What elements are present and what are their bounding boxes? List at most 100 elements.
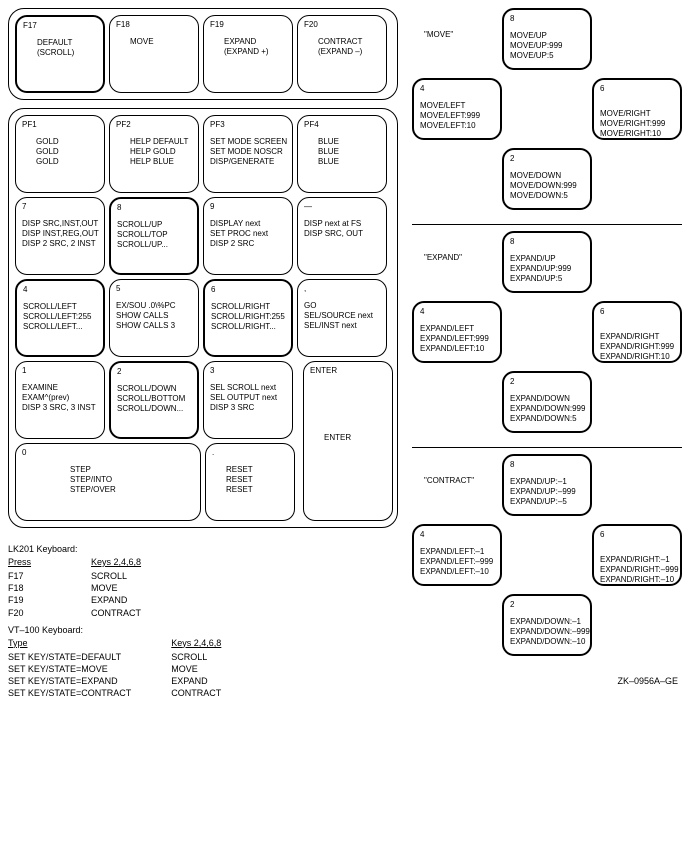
key-lines: EXPAND (EXPAND +): [210, 37, 286, 57]
key-num: 1: [22, 366, 98, 375]
key-lines: GOLD GOLD GOLD: [22, 137, 98, 167]
key-f20: F20 CONTRACT (EXPAND –): [297, 15, 387, 93]
key-left: 4 MOVE/LEFT MOVE/LEFT:999 MOVE/LEFT:10: [412, 78, 502, 140]
key-num: 4: [420, 530, 494, 539]
key-lines: EXPAND/DOWN:–1 EXPAND/DOWN:–999 EXPAND/D…: [510, 617, 584, 647]
cross-move: "MOVE" 8 MOVE/UP MOVE/UP:999 MOVE/UP:5 4…: [412, 8, 682, 216]
key-lines: SEL SCROLL next SEL OUTPUT next DISP 3 S…: [210, 383, 286, 413]
key-7: 7 DISP SRC,INST,OUT DISP INST,REG,OUT DI…: [15, 197, 105, 275]
enter-spacer: [299, 443, 389, 521]
key-num: 8: [510, 14, 584, 23]
key-lines: DISP next at FS DISP SRC, OUT: [304, 219, 380, 239]
col-header: Type: [8, 637, 131, 649]
key-num: F20: [304, 20, 380, 29]
key-5: 5 EX/SOU .0\%PC SHOW CALLS SHOW CALLS 3: [109, 279, 199, 357]
right-column: "MOVE" 8 MOVE/UP MOVE/UP:999 MOVE/UP:5 4…: [412, 8, 682, 686]
col-header: Press: [8, 556, 31, 568]
key-8: 8 SCROLL/UP SCROLL/TOP SCROLL/UP...: [109, 197, 199, 275]
f-key-group: F17 DEFAULT (SCROLL) F18 MOVE F19 EXPAND: [8, 8, 398, 100]
cross-label: "EXPAND": [424, 253, 462, 262]
lk201-press-col: Press F17 F18 F19 F20: [8, 556, 31, 619]
key-num: 4: [420, 84, 494, 93]
pf-row: PF1 GOLD GOLD GOLD PF2 HELP DEFAULT HELP…: [15, 115, 391, 193]
key-num: 5: [116, 284, 192, 293]
key-lines: STEP STEP/INTO STEP/OVER: [22, 465, 194, 495]
key-down: 2 MOVE/DOWN MOVE/DOWN:999 MOVE/DOWN:5: [502, 148, 592, 210]
key-2: 2 SCROLL/DOWN SCROLL/BOTTOM SCROLL/DOWN.…: [109, 361, 199, 439]
vt100-title: VT–100 Keyboard:: [8, 625, 398, 635]
cross-expand: "EXPAND" 8 EXPAND/UP EXPAND/UP:999 EXPAN…: [412, 224, 682, 439]
cross-label: "MOVE": [424, 30, 453, 39]
cross: "CONTRACT" 8 EXPAND/UP:–1 EXPAND/UP:–999…: [412, 454, 682, 662]
lk201-table: Press F17 F18 F19 F20 Keys 2,4,6,8 SCROL…: [8, 556, 398, 619]
key-pf1: PF1 GOLD GOLD GOLD: [15, 115, 105, 193]
key-num: 3: [210, 366, 286, 375]
key-up: 8 MOVE/UP MOVE/UP:999 MOVE/UP:5: [502, 8, 592, 70]
key-lines: SCROLL/LEFT SCROLL/LEFT:255 SCROLL/LEFT.…: [23, 302, 97, 332]
key-lines: EXPAND/LEFT EXPAND/LEFT:999 EXPAND/LEFT:…: [420, 324, 494, 354]
left-column: F17 DEFAULT (SCROLL) F18 MOVE F19 EXPAND: [8, 8, 398, 699]
key-lines: HELP DEFAULT HELP GOLD HELP BLUE: [116, 137, 192, 167]
key-3: 3 SEL SCROLL next SEL OUTPUT next DISP 3…: [203, 361, 293, 439]
row-456: 4 SCROLL/LEFT SCROLL/LEFT:255 SCROLL/LEF…: [15, 279, 391, 357]
key-up: 8 EXPAND/UP EXPAND/UP:999 EXPAND/UP:5: [502, 231, 592, 293]
key-num: F18: [116, 20, 192, 29]
key-num: PF4: [304, 120, 380, 129]
key-pf2: PF2 HELP DEFAULT HELP GOLD HELP BLUE: [109, 115, 199, 193]
key-lines: MOVE/RIGHT MOVE/RIGHT:999 MOVE/RIGHT:10: [600, 109, 674, 139]
key-num: 8: [510, 237, 584, 246]
key-right: 6 EXPAND/RIGHT:–1 EXPAND/RIGHT:–999 EXPA…: [592, 524, 682, 586]
key-lines: SET MODE SCREEN SET MODE NOSCR DISP/GENE…: [210, 137, 286, 167]
key-num: 8: [117, 203, 191, 212]
key-num: 2: [117, 367, 191, 376]
key-num: 4: [23, 285, 97, 294]
key-f19: F19 EXPAND (EXPAND +): [203, 15, 293, 93]
key-1: 1 EXAMINE EXAM^(prev) DISP 3 SRC, 3 INST: [15, 361, 105, 439]
key-lines: DISPLAY next SET PROC next DISP 2 SRC: [210, 219, 286, 249]
vt100-keys-col: Keys 2,4,6,8 SCROLL MOVE EXPAND CONTRACT: [171, 637, 221, 700]
key-num: 6: [600, 530, 674, 539]
key-num: .: [212, 448, 288, 457]
lk201-title: LK201 Keyboard:: [8, 544, 398, 554]
key-lines: EX/SOU .0\%PC SHOW CALLS SHOW CALLS 3: [116, 301, 192, 331]
key-lines: EXPAND/UP EXPAND/UP:999 EXPAND/UP:5: [510, 254, 584, 284]
key-lines: RESET RESET RESET: [212, 465, 288, 495]
row-0: 0 STEP STEP/INTO STEP/OVER . RESET RESET…: [15, 443, 391, 521]
key-lines: MOVE: [116, 37, 192, 47]
key-num: PF2: [116, 120, 192, 129]
key-right: 6 EXPAND/RIGHT EXPAND/RIGHT:999 EXPAND/R…: [592, 301, 682, 363]
key-lines: CONTRACT (EXPAND –): [304, 37, 380, 57]
key-num: 6: [600, 307, 674, 316]
key-lines: EXPAND/LEFT:–1 EXPAND/LEFT:–999 EXPAND/L…: [420, 547, 494, 577]
key-lines: SCROLL/DOWN SCROLL/BOTTOM SCROLL/DOWN...: [117, 384, 191, 414]
key-minus: — DISP next at FS DISP SRC, OUT: [297, 197, 387, 275]
numeric-keypad: PF1 GOLD GOLD GOLD PF2 HELP DEFAULT HELP…: [8, 108, 398, 528]
key-num: ENTER: [310, 366, 386, 375]
f-key-row: F17 DEFAULT (SCROLL) F18 MOVE F19 EXPAND: [15, 15, 391, 93]
key-lines: MOVE/LEFT MOVE/LEFT:999 MOVE/LEFT:10: [420, 101, 494, 131]
key-6: 6 SCROLL/RIGHT SCROLL/RIGHT:255 SCROLL/R…: [203, 279, 293, 357]
vt100-type-col: Type SET KEY/STATE=DEFAULT SET KEY/STATE…: [8, 637, 131, 700]
key-lines: BLUE BLUE BLUE: [304, 137, 380, 167]
key-num: 9: [210, 202, 286, 211]
key-lines: DEFAULT (SCROLL): [23, 38, 97, 58]
key-pf4: PF4 BLUE BLUE BLUE: [297, 115, 387, 193]
key-num: PF1: [22, 120, 98, 129]
key-f17: F17 DEFAULT (SCROLL): [15, 15, 105, 93]
key-lines: EXAMINE EXAM^(prev) DISP 3 SRC, 3 INST: [22, 383, 98, 413]
key-down: 2 EXPAND/DOWN:–1 EXPAND/DOWN:–999 EXPAND…: [502, 594, 592, 656]
row-123: 1 EXAMINE EXAM^(prev) DISP 3 SRC, 3 INST…: [15, 361, 391, 439]
key-num: 2: [510, 377, 584, 386]
lk201-keys-col: Keys 2,4,6,8 SCROLL MOVE EXPAND CONTRACT: [91, 556, 141, 619]
figure-id: ZK–0956A–GE: [412, 676, 682, 686]
key-lines: GO SEL/SOURCE next SEL/INST next: [304, 301, 380, 331]
cross: "MOVE" 8 MOVE/UP MOVE/UP:999 MOVE/UP:5 4…: [412, 8, 682, 216]
key-9: 9 DISPLAY next SET PROC next DISP 2 SRC: [203, 197, 293, 275]
key-num: F17: [23, 21, 97, 30]
row-789: 7 DISP SRC,INST,OUT DISP INST,REG,OUT DI…: [15, 197, 391, 275]
col-header: Keys 2,4,6,8: [171, 637, 221, 649]
cross: "EXPAND" 8 EXPAND/UP EXPAND/UP:999 EXPAN…: [412, 231, 682, 439]
key-num: 2: [510, 600, 584, 609]
key-lines: EXPAND/DOWN EXPAND/DOWN:999 EXPAND/DOWN:…: [510, 394, 584, 424]
key-left: 4 EXPAND/LEFT EXPAND/LEFT:999 EXPAND/LEF…: [412, 301, 502, 363]
